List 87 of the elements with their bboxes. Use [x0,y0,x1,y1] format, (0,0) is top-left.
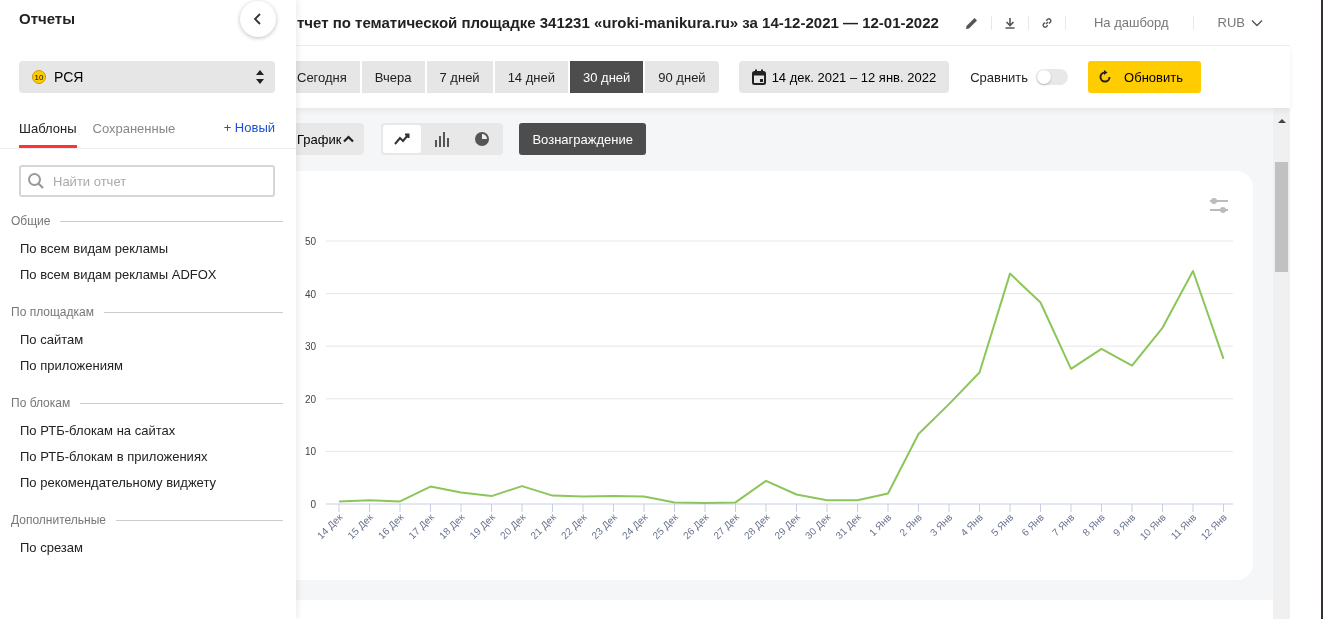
report-link[interactable]: По рекомендательному виджету [0,470,236,496]
period-button[interactable]: Вчера [361,61,425,93]
link-icon [1040,16,1053,29]
x-axis-label: 25 Дек [650,511,680,542]
report-link[interactable]: По РТБ-блокам на сайтах [0,418,196,444]
dashboard-link[interactable]: На дашборд [1065,15,1193,30]
x-axis-label: 21 Дек [528,511,558,542]
x-axis-label: 11 Янв [1168,511,1199,542]
x-axis-label: 26 Дек [681,511,711,542]
y-axis-label: 40 [304,288,316,300]
period-button[interactable]: 30 дней [569,61,644,93]
y-axis-label: 0 [310,499,316,510]
currency-dropdown[interactable]: RUB [1193,15,1264,30]
calendar-icon [751,69,766,85]
x-axis-label: 20 Дек [498,511,528,542]
x-axis-label: 16 Дек [376,511,406,542]
x-axis-label: 12 Янв [1198,511,1229,542]
source-select[interactable]: 10 РСЯ [19,61,275,93]
coin-badge: 10 [32,70,46,84]
chart-type-button[interactable] [383,125,422,153]
x-axis-label: 15 Дек [345,511,375,542]
group-heading: По площадкам [11,305,94,319]
period-button[interactable]: 7 дней [426,61,493,93]
x-axis-label: 28 Дек [742,511,772,542]
y-axis-label: 50 [304,236,316,247]
x-axis-label: 29 Дек [772,511,802,542]
x-axis-label: 10 Янв [1137,511,1168,542]
x-axis-label: 23 Дек [589,511,619,542]
collapse-button[interactable] [240,1,276,37]
chevron-left-icon [253,13,263,25]
y-axis-label: 30 [304,341,316,353]
x-axis-label: 17 Дек [406,511,436,542]
group-heading: Общие [11,214,51,228]
x-axis-label: 14 Дек [315,511,345,542]
sidebar-title: Отчеты [19,10,76,27]
x-axis-label: 30 Дек [803,511,833,542]
chart-view-toggle[interactable]: График [296,123,365,155]
report-title: тчет по тематической площадке 341231 «uroki-manikura.ru» за 14-12-2021 — 12-01-2022 [296,14,939,31]
x-axis-label: 3 Янв [927,511,955,539]
x-axis-label: 24 Дек [620,511,650,542]
sidebar-tab[interactable]: Сохраненные [92,111,176,148]
x-axis-label: 22 Дек [559,511,589,542]
y-axis-label: 20 [304,393,316,405]
group-heading: Дополнительные [11,513,106,527]
report-link[interactable]: По сайтам [0,327,104,353]
chevron-down-icon [1251,18,1264,27]
pie-chart-icon [474,131,491,147]
x-axis-label: 8 Янв [1080,511,1107,539]
compare-label: Сравнить [970,69,1029,85]
x-axis-label: 6 Янв [1019,511,1046,539]
report-link[interactable]: По всем видам рекламы [0,236,189,262]
pencil-icon [964,15,979,30]
y-axis-label: 10 [304,446,316,458]
x-axis-label: 9 Янв [1110,511,1138,539]
download-icon [1003,16,1016,29]
period-button[interactable]: 90 дней [645,61,719,93]
x-axis-label: 1 Янв [866,511,894,539]
refresh-button[interactable]: Обновить [1088,61,1201,93]
period-button[interactable]: 14 дней [494,61,568,93]
scrollbar[interactable] [1273,108,1290,619]
line-chart-icon [394,132,411,146]
scroll-up-icon[interactable] [1277,118,1286,124]
new-report-link[interactable]: + Новый [223,120,275,139]
group-heading: По блокам [11,396,71,410]
caret-up-icon [343,135,355,143]
report-link[interactable]: По приложениям [0,353,143,379]
x-axis-label: 18 Дек [437,511,467,542]
x-axis-label: 2 Янв [897,511,924,539]
report-link[interactable]: По РТБ-блокам в приложениях [0,444,228,470]
metric-button[interactable]: Вознаграждение [519,123,646,155]
report-link[interactable]: По срезам [0,535,103,561]
report-link[interactable]: По всем видам рекламы ADFOX [0,262,237,288]
x-axis-label: 4 Янв [958,511,985,539]
x-axis-label: 7 Янв [1049,511,1077,539]
x-axis-label: 19 Дек [467,511,497,542]
period-button[interactable]: Сегодня [296,61,360,93]
compare-toggle[interactable] [1036,69,1069,85]
sort-arrows-icon [255,69,265,85]
date-range-button[interactable]: 14 дек. 2021 – 12 янв. 2022 [738,61,950,93]
search-field[interactable]: Найти отчет [19,165,275,197]
x-axis-label: 5 Янв [988,511,1016,539]
bar-chart-icon [434,131,451,147]
scrollbar-thumb[interactable] [1275,162,1288,272]
x-axis-label: 27 Дек [711,511,741,542]
sidebar-tab[interactable]: Шаблоны [19,111,77,148]
x-axis-label: 31 Дек [833,511,863,542]
refresh-icon [1098,70,1113,84]
